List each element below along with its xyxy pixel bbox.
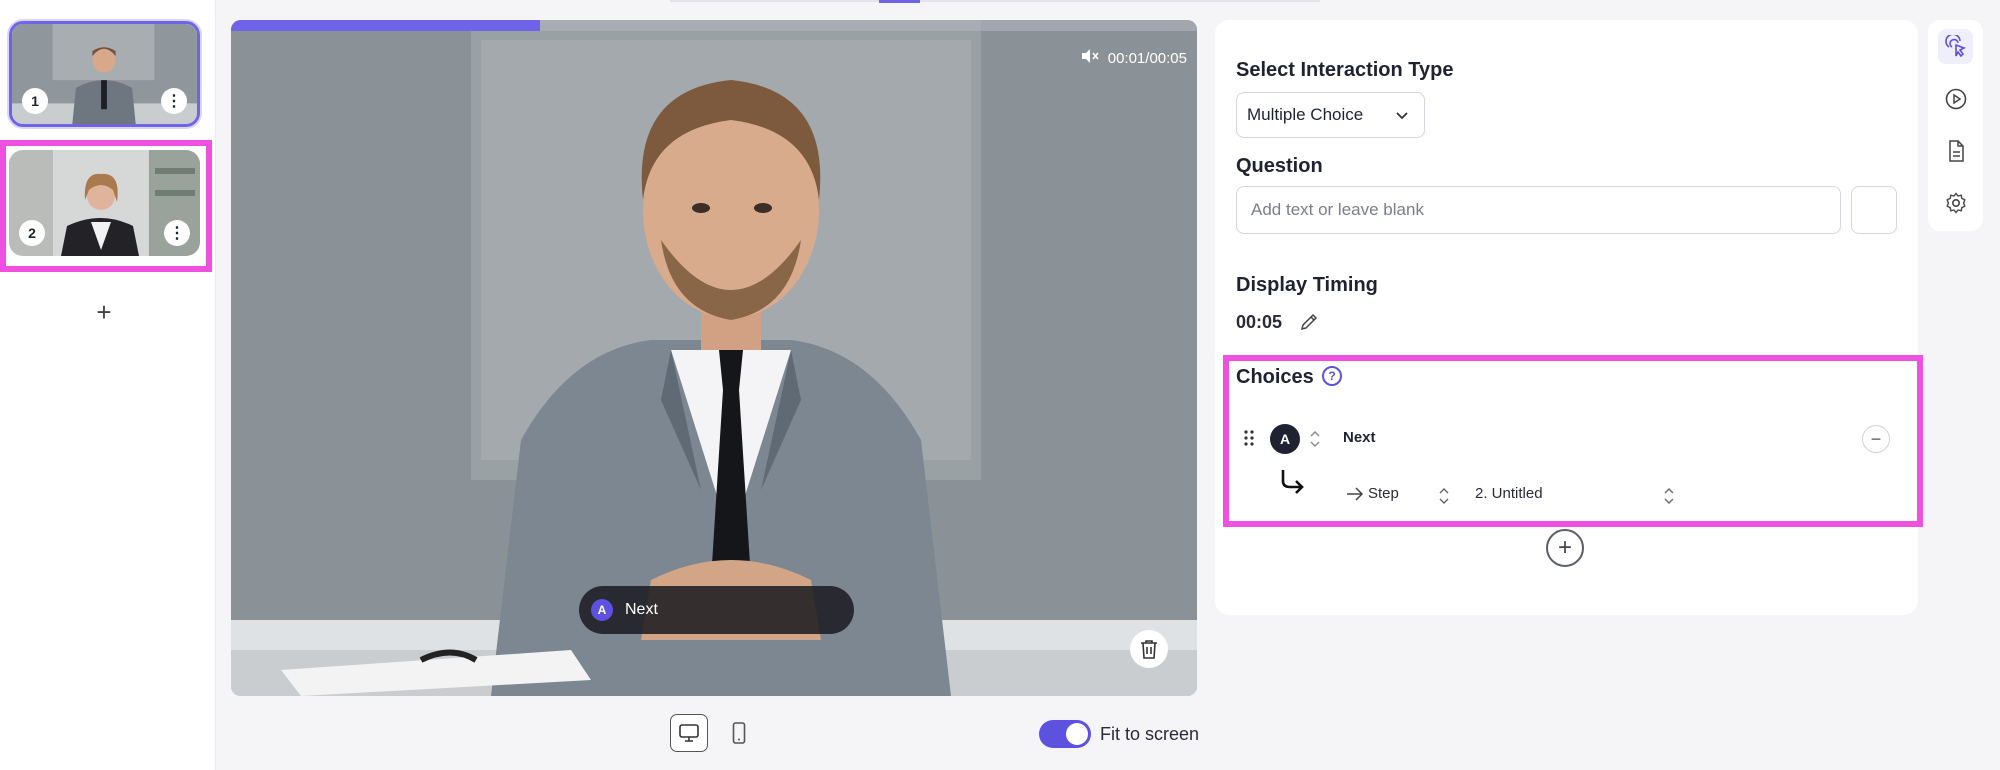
choice-target-value: 2. Untitled	[1475, 485, 1543, 502]
step-number-badge: 2	[19, 220, 45, 246]
settings-icon	[1945, 191, 1966, 214]
choice-pill-label: Next	[625, 601, 658, 618]
interaction-icon	[1944, 34, 1966, 57]
plus-icon: +	[96, 296, 112, 327]
mobile-view-button[interactable]	[720, 714, 758, 752]
duration: 00:05	[1149, 49, 1187, 67]
help-icon[interactable]: ?	[1322, 366, 1342, 386]
desktop-view-button[interactable]	[670, 714, 708, 752]
step-number-badge: 1	[22, 88, 48, 114]
question-input[interactable]	[1236, 186, 1841, 234]
tool-rail	[1928, 20, 1983, 231]
play-icon	[1945, 88, 1966, 109]
question-color-swatch[interactable]	[1851, 186, 1897, 234]
top-divider	[670, 0, 1320, 2]
progress-fill	[231, 20, 541, 31]
interaction-tool-button[interactable]	[1938, 29, 1973, 64]
question-heading: Question	[1236, 155, 1323, 177]
settings-tool-button[interactable]	[1938, 185, 1973, 220]
arrow-right-icon	[1347, 486, 1364, 501]
desktop-icon	[679, 724, 699, 742]
action-select-arrows-icon[interactable]	[1438, 487, 1450, 505]
steps-sidebar: 1 ⋮ 2 ⋮ +	[0, 0, 216, 770]
progress-track[interactable]	[231, 20, 1197, 31]
video-preview[interactable]: 00:01/00:05 A Next	[231, 20, 1197, 696]
delete-button[interactable]	[1130, 630, 1168, 668]
edit-timing-button[interactable]	[1299, 312, 1321, 334]
target-select-arrows-icon[interactable]	[1663, 487, 1675, 505]
drag-handle-icon[interactable]	[1242, 428, 1256, 448]
pencil-icon	[1300, 313, 1318, 331]
choice-action-value: Step	[1368, 485, 1399, 502]
choice-target-select[interactable]: 2. Untitled	[1475, 485, 1543, 502]
step-menu-button[interactable]: ⋮	[161, 88, 187, 114]
interaction-type-value: Multiple Choice	[1247, 105, 1364, 124]
video-choice-button[interactable]: A Next	[579, 586, 854, 634]
display-timing-value: 00:05	[1236, 312, 1283, 332]
interaction-type-select[interactable]: Multiple Choice	[1236, 92, 1425, 138]
play-tool-button[interactable]	[1938, 81, 1973, 116]
toggle-knob	[1066, 723, 1088, 745]
choice-text[interactable]: Next	[1343, 429, 1376, 446]
step-thumbnail-1[interactable]: 1 ⋮	[9, 21, 200, 127]
reorder-arrows-icon[interactable]	[1309, 430, 1321, 448]
choice-letter-badge: A	[591, 599, 613, 621]
document-icon	[1948, 139, 1964, 162]
add-step-button[interactable]: +	[88, 296, 120, 328]
choice-action-select[interactable]: Step	[1346, 485, 1399, 502]
top-accent-indicator	[879, 0, 920, 3]
fit-to-screen-label: Fit to screen	[1100, 724, 1200, 744]
minus-icon: −	[1870, 428, 1882, 449]
current-time: 00:01	[1107, 49, 1146, 67]
plus-icon: +	[1557, 534, 1572, 561]
document-tool-button[interactable]	[1938, 133, 1973, 168]
interaction-settings-panel: Select Interaction Type Multiple Choice …	[1215, 20, 1918, 615]
choices-heading: Choices	[1236, 366, 1314, 388]
step-thumbnail-2[interactable]: 2 ⋮	[9, 150, 200, 256]
add-choice-button[interactable]: +	[1546, 529, 1584, 567]
mute-icon[interactable]	[1080, 48, 1100, 68]
mobile-icon	[732, 722, 746, 744]
interaction-type-heading: Select Interaction Type	[1236, 59, 1454, 81]
step-menu-button[interactable]: ⋮	[164, 220, 190, 246]
choice-letter-badge: A	[1270, 424, 1300, 454]
display-timing-heading: Display Timing	[1236, 274, 1378, 296]
branch-arrow-icon	[1281, 470, 1304, 494]
fit-to-screen-toggle[interactable]	[1039, 720, 1091, 748]
time-readout: 00:01/00:05	[1080, 48, 1187, 68]
chevron-down-icon	[1396, 112, 1408, 120]
remove-choice-button[interactable]: −	[1862, 425, 1890, 453]
trash-icon	[1141, 640, 1157, 659]
